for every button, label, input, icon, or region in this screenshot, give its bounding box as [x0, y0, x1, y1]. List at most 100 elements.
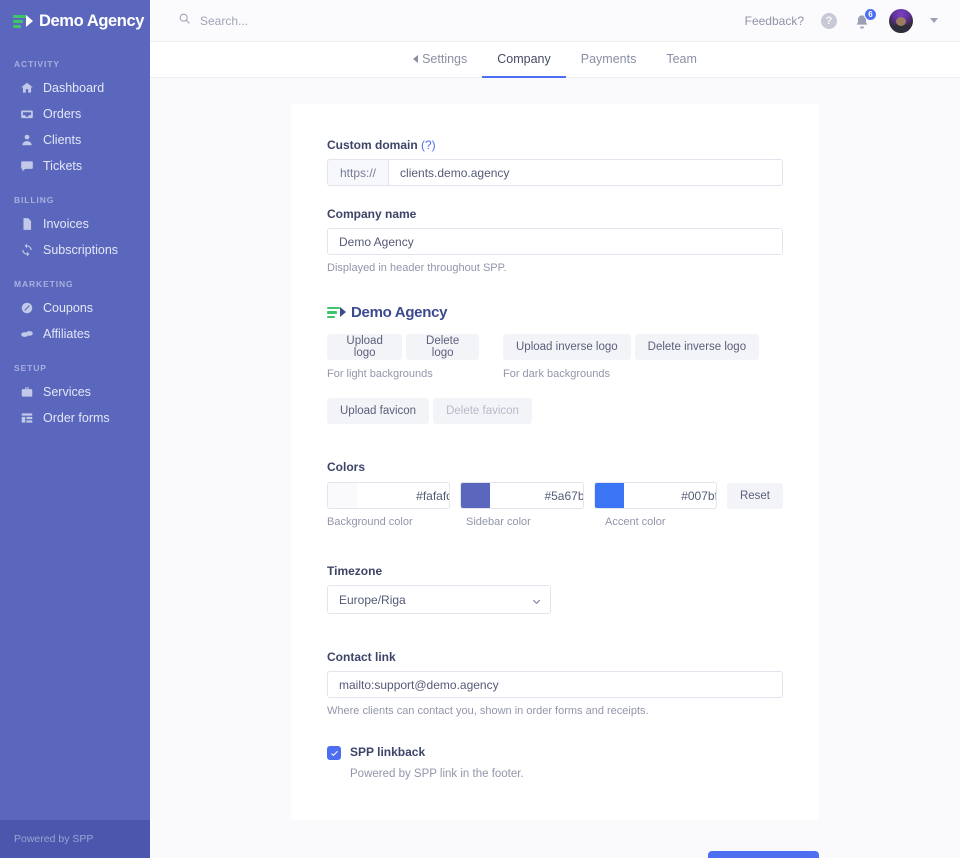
- timezone-select[interactable]: Europe/Riga: [327, 585, 551, 614]
- background-color-field[interactable]: [327, 482, 450, 509]
- timezone-section: Timezone Europe/Riga: [327, 564, 783, 614]
- sidebar-item-tickets[interactable]: Tickets: [0, 153, 150, 179]
- accent-color-input[interactable]: [624, 489, 717, 503]
- accent-color-field[interactable]: [594, 482, 717, 509]
- upload-favicon-button[interactable]: Upload favicon: [327, 398, 429, 424]
- contact-link-hint: Where clients can contact you, shown in …: [327, 705, 783, 717]
- sidebar-item-label: Dashboard: [43, 81, 104, 95]
- upload-inverse-logo-button[interactable]: Upload inverse logo: [503, 334, 631, 360]
- app-root: Demo Agency ACTIVITY Dashboard Orders Cl…: [0, 0, 960, 858]
- feedback-link[interactable]: Feedback?: [745, 14, 804, 28]
- background-color-swatch[interactable]: [328, 483, 357, 508]
- sidebar-item-services[interactable]: Services: [0, 379, 150, 405]
- inbox-icon: [20, 107, 34, 121]
- chevron-left-icon: [413, 55, 418, 63]
- contact-link-input[interactable]: [327, 671, 783, 698]
- form-actions: Save changes: [291, 851, 819, 858]
- tab-back-to-settings[interactable]: Settings: [398, 42, 482, 78]
- tab-payments[interactable]: Payments: [566, 42, 652, 78]
- company-name-section: Company name Displayed in header through…: [327, 207, 783, 274]
- company-settings-card: Custom domain (?) https:// Company name …: [291, 104, 819, 820]
- sidebar-item-dashboard[interactable]: Dashboard: [0, 75, 150, 101]
- avatar[interactable]: [889, 9, 913, 33]
- sidebar-item-label: Invoices: [43, 217, 89, 231]
- user-icon: [20, 133, 34, 147]
- sidebar-item-orders[interactable]: Orders: [0, 101, 150, 127]
- spp-logo-icon: [13, 14, 33, 29]
- colors-row: Reset: [327, 482, 783, 509]
- sidebar-item-clients[interactable]: Clients: [0, 127, 150, 153]
- tab-label: Team: [666, 52, 697, 66]
- custom-domain-label: Custom domain (?): [327, 138, 783, 152]
- tab-team[interactable]: Team: [651, 42, 712, 78]
- company-name-hint: Displayed in header throughout SPP.: [327, 262, 783, 274]
- logo-buttons-row: Upload logo Delete logo Upload inverse l…: [327, 334, 783, 360]
- sidebar-color-swatch[interactable]: [461, 483, 490, 508]
- sidebar-footer-label: Powered by SPP: [14, 833, 93, 845]
- sidebar-color-caption: Sidebar color: [466, 516, 605, 528]
- sidebar-item-label: Clients: [43, 133, 81, 147]
- upload-logo-button[interactable]: Upload logo: [327, 334, 402, 360]
- accent-color-caption: Accent color: [605, 516, 744, 528]
- refresh-icon: [20, 243, 34, 257]
- sidebar-nav: ACTIVITY Dashboard Orders Clients Ticket…: [0, 43, 150, 431]
- chevron-down-icon[interactable]: [930, 18, 938, 23]
- save-changes-button[interactable]: Save changes: [708, 851, 819, 858]
- sidebar-item-invoices[interactable]: Invoices: [0, 211, 150, 237]
- sidebar-color-input[interactable]: [490, 489, 583, 503]
- background-color-input[interactable]: [357, 489, 450, 503]
- custom-domain-section: Custom domain (?) https://: [327, 138, 783, 186]
- spp-linkback-hint: Powered by SPP link in the footer.: [350, 768, 524, 780]
- custom-domain-input[interactable]: [388, 159, 783, 186]
- tab-label: Payments: [581, 52, 637, 66]
- delete-favicon-button[interactable]: Delete favicon: [433, 398, 532, 424]
- logo-captions-row: For light backgrounds For dark backgroun…: [327, 368, 783, 380]
- custom-domain-prefix: https://: [327, 159, 388, 186]
- nav-group-billing-label: BILLING: [0, 195, 150, 205]
- custom-domain-help-link[interactable]: (?): [421, 138, 436, 152]
- check-icon: [330, 749, 339, 758]
- nav-group-activity-label: ACTIVITY: [0, 59, 150, 69]
- inverse-logo-button-group: Upload inverse logo Delete inverse logo: [503, 334, 759, 360]
- sidebar-item-label: Tickets: [43, 159, 82, 173]
- sidebar: Demo Agency ACTIVITY Dashboard Orders Cl…: [0, 0, 150, 858]
- logo-button-group: Upload logo Delete logo: [327, 334, 479, 360]
- company-name-label: Company name: [327, 207, 783, 221]
- accent-color-swatch[interactable]: [595, 483, 624, 508]
- logo-preview: Demo Agency: [327, 304, 783, 321]
- settings-tabbar: Settings Company Payments Team: [150, 42, 960, 78]
- notifications-bell-icon[interactable]: 6: [854, 12, 872, 30]
- tab-company[interactable]: Company: [482, 42, 566, 78]
- notification-count-badge: 6: [864, 8, 877, 21]
- briefcase-icon: [20, 385, 34, 399]
- colors-captions-row: Background color Sidebar color Accent co…: [327, 516, 783, 528]
- content-area: Custom domain (?) https:// Company name …: [150, 78, 960, 858]
- sidebar-item-subscriptions[interactable]: Subscriptions: [0, 237, 150, 263]
- sidebar-item-label: Coupons: [43, 301, 93, 315]
- delete-inverse-logo-button[interactable]: Delete inverse logo: [635, 334, 759, 360]
- sidebar-item-affiliates[interactable]: Affiliates: [0, 321, 150, 347]
- sidebar-item-label: Orders: [43, 107, 81, 121]
- handshake-icon: [20, 327, 34, 341]
- sidebar-footer: Powered by SPP: [0, 820, 150, 858]
- contact-link-label: Contact link: [327, 650, 783, 664]
- company-name-input[interactable]: [327, 228, 783, 255]
- nav-group-setup-label: SETUP: [0, 363, 150, 373]
- colors-label: Colors: [327, 460, 783, 474]
- delete-logo-button[interactable]: Delete logo: [406, 334, 479, 360]
- sidebar-color-field[interactable]: [460, 482, 583, 509]
- main-area: Feedback? ? 6 Settings Company Payments: [150, 0, 960, 858]
- search-input[interactable]: [200, 14, 460, 28]
- spp-linkback-checkbox[interactable]: [327, 746, 341, 760]
- chat-icon: [20, 159, 34, 173]
- logo-preview-label: Demo Agency: [351, 304, 447, 321]
- sidebar-brand[interactable]: Demo Agency: [0, 0, 150, 43]
- reset-colors-button[interactable]: Reset: [727, 483, 783, 509]
- spp-linkback-row: SPP linkback Powered by SPP link in the …: [327, 745, 783, 780]
- sidebar-item-order-forms[interactable]: Order forms: [0, 405, 150, 431]
- search-container[interactable]: [178, 12, 745, 30]
- spp-linkback-label: SPP linkback: [350, 745, 524, 759]
- tab-back-label: Settings: [422, 52, 467, 66]
- sidebar-item-coupons[interactable]: Coupons: [0, 295, 150, 321]
- help-icon[interactable]: ?: [821, 13, 837, 29]
